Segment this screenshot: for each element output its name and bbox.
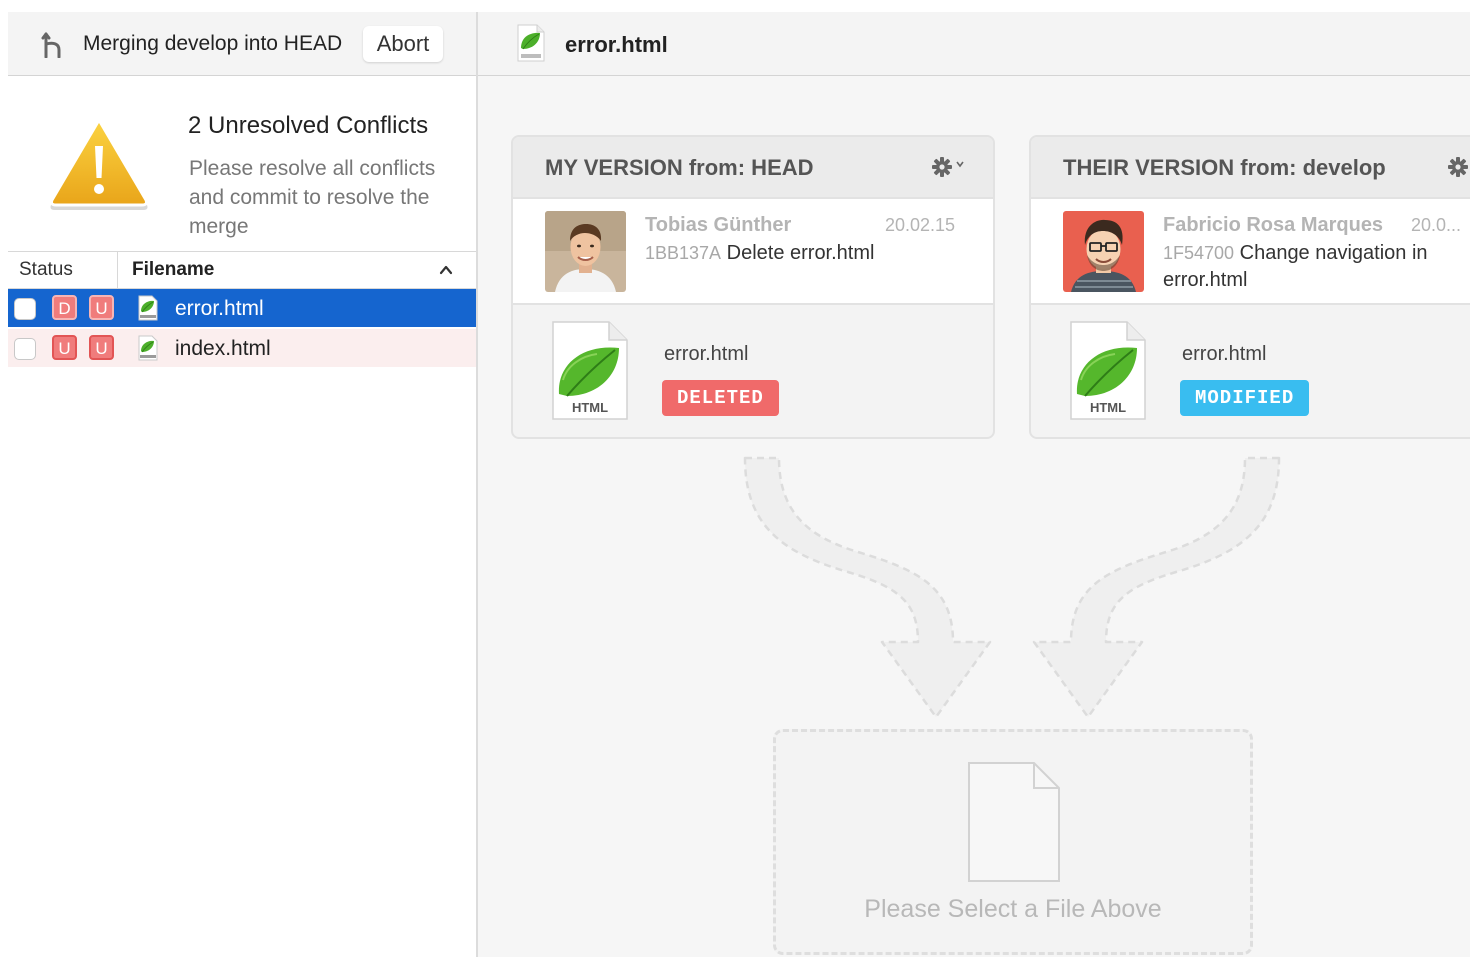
result-drop-zone: Please Select a File Above <box>773 729 1253 955</box>
row-checkbox[interactable] <box>14 298 36 320</box>
abort-merge-button[interactable]: Abort <box>363 26 443 62</box>
merge-conflict-view: error.html MY VERSION from: HEAD Tobias … <box>478 12 1470 957</box>
table-row[interactable]: D U error.html <box>8 289 476 327</box>
warning-icon <box>50 118 148 210</box>
deleted-status-badge: DELETED <box>662 380 779 416</box>
modified-status-badge: MODIFIED <box>1180 380 1310 416</box>
status-badge: U <box>89 335 114 360</box>
commit-hash[interactable]: 1BB137A <box>645 243 721 263</box>
commit-author: Fabricio Rosa Marques <box>1163 214 1384 236</box>
my-commit-info: Tobias Günther 20.02.15 1BB137A Delete e… <box>513 199 993 305</box>
unresolved-conflicts-title: 2 Unresolved Conflicts <box>188 112 429 139</box>
html-file-icon <box>138 335 158 361</box>
version-file-name: error.html <box>1182 343 1267 365</box>
filename-column-header[interactable]: Filename <box>132 259 214 281</box>
my-version-header: MY VERSION from: HEAD <box>513 137 993 199</box>
file-type-label: HTML <box>1090 400 1126 415</box>
author-avatar <box>545 211 626 292</box>
commit-message: Delete error.html <box>726 242 875 264</box>
my-version-title: MY VERSION from: HEAD <box>545 155 814 180</box>
commit-message-line: 1F54700 Change navigation in error.html <box>1163 240 1470 294</box>
document-icon <box>968 762 1060 882</box>
their-version-title: THEIR VERSION from: develop <box>1063 155 1386 180</box>
file-name: error.html <box>175 297 264 320</box>
html-file-icon <box>517 24 545 62</box>
commit-message-line: 1BB137A Delete error.html <box>645 240 963 267</box>
status-column-header[interactable]: Status <box>19 259 73 281</box>
their-version-header: THEIR VERSION from: develop <box>1031 137 1470 199</box>
sort-ascending-icon[interactable] <box>439 264 453 276</box>
merge-status-title: Merging develop into HEAD <box>83 32 343 55</box>
selected-file-title: error.html <box>565 32 668 57</box>
status-badge: U <box>52 335 77 360</box>
file-type-label: HTML <box>572 400 608 415</box>
gear-icon[interactable] <box>931 156 953 178</box>
commit-author: Tobias Günther <box>645 214 792 236</box>
status-badge: U <box>89 295 114 320</box>
their-commit-info: Fabricio Rosa Marques 20.0... 1F54700 Ch… <box>1031 199 1470 305</box>
conflict-sidebar: Merging develop into HEAD Abort 2 Unreso… <box>8 12 476 957</box>
commit-hash[interactable]: 1F54700 <box>1163 243 1234 263</box>
select-file-placeholder: Please Select a File Above <box>864 895 1162 923</box>
conflicts-description: Please resolve all conflicts and commit … <box>189 157 436 238</box>
commit-date: 20.02.15 <box>885 215 956 235</box>
merge-bar: Merging develop into HEAD Abort <box>8 12 476 76</box>
html-file-icon: HTML <box>1070 321 1146 420</box>
row-checkbox[interactable] <box>14 338 36 360</box>
commit-date: 20.0... <box>1411 215 1462 235</box>
html-file-icon: HTML <box>552 321 628 420</box>
their-version-card[interactable]: THEIR VERSION from: develop Fabricio Ros… <box>1029 135 1470 439</box>
author-avatar <box>1063 211 1144 292</box>
chevron-down-icon[interactable] <box>955 159 965 169</box>
gear-icon[interactable] <box>1447 156 1469 178</box>
column-divider[interactable] <box>117 252 118 289</box>
html-file-icon <box>138 295 158 321</box>
my-version-card[interactable]: MY VERSION from: HEAD Tobias Günther 20.… <box>511 135 995 439</box>
file-name: index.html <box>175 337 271 360</box>
file-table-header: Status Filename <box>8 251 476 289</box>
merge-arrows-graphic <box>743 456 1281 719</box>
file-header: error.html <box>478 12 1470 76</box>
merge-branch-icon <box>41 32 61 58</box>
table-row[interactable]: U U index.html <box>8 329 476 367</box>
version-file-name: error.html <box>664 343 749 365</box>
status-badge: D <box>52 295 77 320</box>
